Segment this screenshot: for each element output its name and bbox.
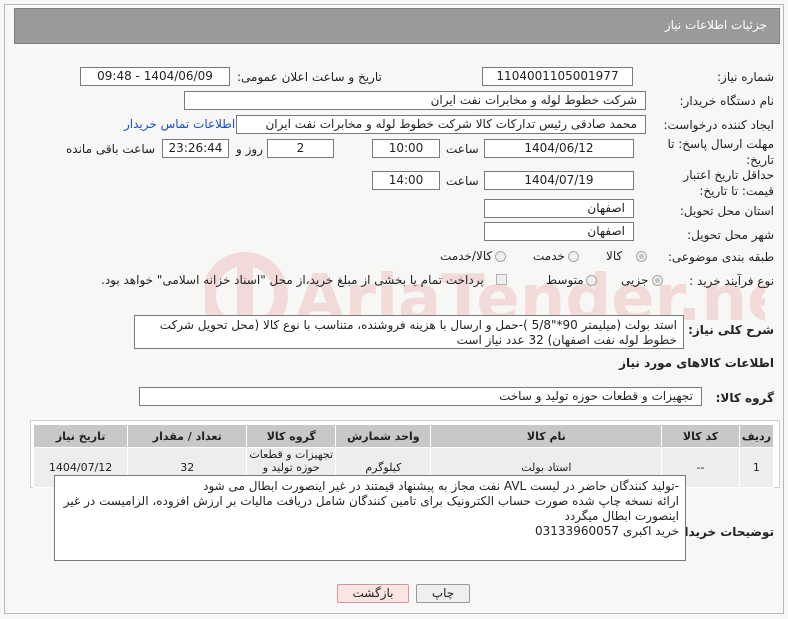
creator-field: محمد صادقی رئیس تدارکات کالا شرکت خطوط ل… bbox=[236, 115, 646, 134]
buyer-org-label: نام دستگاه خریدار: bbox=[679, 94, 775, 108]
price-validity-date-field: 1404/07/19 bbox=[484, 171, 634, 190]
buyer-notes-textarea: -تولید کنندگان حاضر در لیست AVL نفت مجاز… bbox=[54, 475, 686, 561]
city-field: اصفهان bbox=[484, 222, 634, 241]
category-radio-goods[interactable] bbox=[636, 251, 647, 262]
process-option-medium: متوسط bbox=[546, 273, 584, 287]
process-radio-medium[interactable] bbox=[586, 275, 597, 286]
process-option-minor: جزیی bbox=[621, 273, 649, 287]
announce-datetime-label: تاریخ و ساعت اعلان عمومی: bbox=[237, 70, 382, 84]
buyer-note-line: خرید اکبری 03133960057 bbox=[535, 524, 679, 538]
send-deadline-label: مهلت ارسال پاسخ: تا تاریخ: bbox=[667, 137, 774, 167]
category-option-service: خدمت bbox=[533, 249, 565, 263]
province-label: استان محل تحویل: bbox=[679, 204, 774, 218]
buyer-note-line: -تولید کنندگان حاضر در لیست AVL نفت مجاز… bbox=[203, 479, 679, 493]
page-title: جزئیات اطلاعات نیاز bbox=[664, 18, 767, 32]
creator-label: ایجاد کننده درخواست: bbox=[663, 118, 774, 132]
description-label: شرح کلی نیاز: bbox=[688, 323, 774, 337]
col-row: ردیف bbox=[738, 424, 775, 448]
buyer-org-field: شرکت خطوط لوله و مخابرات نفت ایران bbox=[184, 91, 646, 110]
goods-group-label: گروه کالا: bbox=[715, 391, 774, 405]
treasury-checkbox[interactable] bbox=[496, 274, 507, 285]
buyer-notes-label: توضیحات خریدار: bbox=[672, 525, 774, 539]
col-code: کد کالا bbox=[661, 424, 740, 448]
remaining-time-label: ساعت باقی مانده bbox=[66, 142, 156, 156]
treasury-note: پرداخت تمام یا بخشی از مبلغ خرید،از محل … bbox=[101, 273, 484, 287]
remaining-time-field: 23:26:44 bbox=[162, 139, 229, 158]
city-label: شهر محل تحویل: bbox=[687, 228, 774, 242]
process-label: نوع فرآیند خرید : bbox=[689, 274, 774, 288]
need-number-field: 1104001105001977 bbox=[482, 67, 633, 86]
col-date: تاریخ نیاز bbox=[32, 424, 129, 448]
days-label: روز و bbox=[236, 142, 263, 156]
cell-row: 1 bbox=[738, 447, 775, 488]
description-textarea: استد بولت (میلیمتر 90*"5/8 )-حمل و ارسال… bbox=[134, 315, 684, 349]
goods-section-title: اطلاعات کالاهای مورد نیاز bbox=[619, 356, 774, 370]
category-radio-service[interactable] bbox=[568, 251, 579, 262]
page-header: جزئیات اطلاعات نیاز bbox=[14, 8, 780, 44]
remaining-days-field: 2 bbox=[267, 139, 334, 158]
province-field: اصفهان bbox=[484, 199, 634, 218]
col-group: گروه کالا bbox=[246, 424, 337, 448]
send-deadline-time-label: ساعت bbox=[446, 142, 479, 156]
category-radio-both[interactable] bbox=[495, 251, 506, 262]
back-button[interactable]: بازگشت bbox=[337, 584, 409, 603]
col-unit: واحد شمارش bbox=[335, 424, 432, 448]
col-name: نام کالا bbox=[430, 424, 663, 448]
process-radio-minor[interactable] bbox=[652, 275, 663, 286]
col-qty: تعداد / مقدار bbox=[127, 424, 248, 448]
category-label: طبقه بندی موضوعی: bbox=[667, 250, 774, 264]
announce-datetime-field: 1404/06/09 - 09:48 bbox=[80, 67, 230, 86]
need-number-label: شماره نیاز: bbox=[717, 70, 774, 84]
buyer-note-line: ارائه نسخه چاپ شده صورت حساب الکترونیک ب… bbox=[63, 494, 679, 523]
goods-group-field: تجهیزات و قطعات حوزه تولید و ساخت bbox=[139, 387, 702, 406]
items-table-header: ردیف کد کالا نام کالا واحد شمارش گروه کا… bbox=[32, 424, 775, 448]
category-option-goods: کالا bbox=[606, 249, 623, 263]
price-validity-time-field: 14:00 bbox=[372, 171, 440, 190]
price-validity-label: حداقل تاریخ اعتبار قیمت: تا تاریخ: bbox=[683, 168, 774, 198]
category-option-both: کالا/خدمت bbox=[440, 249, 493, 263]
print-button[interactable]: چاپ bbox=[416, 584, 470, 603]
buyer-contact-link[interactable]: اطلاعات تماس خریدار bbox=[124, 117, 235, 131]
send-deadline-time-field: 10:00 bbox=[372, 139, 440, 158]
price-validity-time-label: ساعت bbox=[446, 174, 479, 188]
send-deadline-date-field: 1404/06/12 bbox=[484, 139, 634, 158]
